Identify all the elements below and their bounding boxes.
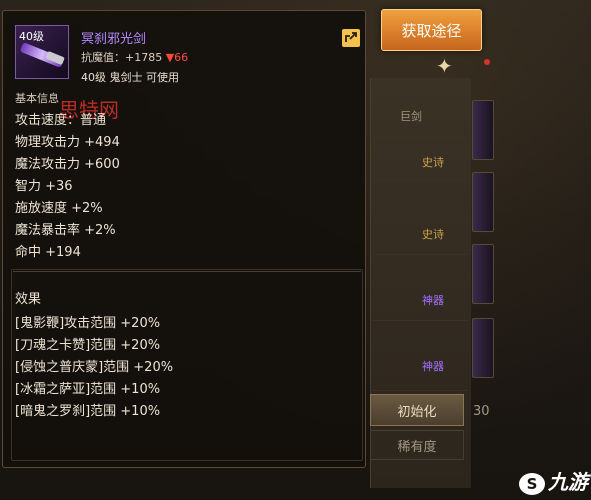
item-icon: 40级 <box>15 25 69 79</box>
stat-cast-speed: 施放速度 +2% <box>15 201 103 216</box>
rarity-tag-epic: 史诗 <box>422 228 444 241</box>
notification-dot <box>484 59 490 65</box>
equipment-thumbnail[interactable] <box>472 244 494 304</box>
stat-magic-crit: 魔法暴击率 +2% <box>15 223 116 238</box>
effects-title: 效果 <box>15 292 42 307</box>
stat-intelligence: 智力 +36 <box>15 179 73 194</box>
rarity-tag-artifact: 神器 <box>422 360 444 373</box>
equipment-type-tag: 巨剑 <box>400 110 422 123</box>
equipment-thumbnail[interactable] <box>472 100 494 160</box>
resist-value: 抗魔值：+1785 ▼66 <box>81 49 188 65</box>
stat-attack-speed: 攻击速度：普通 <box>15 113 107 128</box>
item-name: 冥刹邪光剑 <box>81 32 147 47</box>
equipment-row[interactable]: 神器 <box>372 350 468 391</box>
page-number: 30 <box>473 404 490 419</box>
equipment-thumbnail[interactable] <box>472 172 494 232</box>
effect-line: [鬼影鞭]攻击范围 +20% <box>15 316 161 331</box>
stat-hit: 命中 +194 <box>15 245 81 260</box>
rarity-tag-epic: 史诗 <box>422 156 444 169</box>
item-tooltip: 40级 冥刹邪光剑 抗魔值：+1785 ▼66 40级 鬼剑士 可使用 基本信息… <box>2 10 366 468</box>
equipment-row[interactable]: 史诗 <box>372 214 468 255</box>
rarity-sort-button[interactable]: 稀有度 <box>370 430 464 460</box>
section-title-basic-info: 基本信息 <box>15 92 59 105</box>
stat-physical-attack: 物理攻击力 +494 <box>15 135 120 150</box>
stat-magic-attack: 魔法攻击力 +600 <box>15 157 120 172</box>
item-requirement: 40级 鬼剑士 可使用 <box>81 71 179 84</box>
equipment-row[interactable]: 巨剑 <box>372 96 468 137</box>
reset-button[interactable]: 初始化 <box>370 394 464 426</box>
item-level-badge: 40级 <box>19 30 44 43</box>
logo-text: 九游 <box>548 470 588 494</box>
equipment-row[interactable]: 史诗 <box>372 140 468 181</box>
equipment-row[interactable]: 神器 <box>372 280 468 321</box>
resist-label: 抗魔值：+1785 <box>81 51 163 64</box>
resist-change: ▼66 <box>165 51 189 64</box>
effect-line: [冰霜之萨亚]范围 +10% <box>15 382 161 397</box>
effect-line: [侵蚀之普庆蒙]范围 +20% <box>15 360 174 375</box>
divider <box>13 271 361 272</box>
site-logo: S 九游 <box>519 466 588 495</box>
effect-line: [暗鬼之罗刹]范围 +10% <box>15 404 161 419</box>
effect-line: [刀魂之卡赞]范围 +20% <box>15 338 161 353</box>
obtain-method-button[interactable]: 获取途径 <box>381 9 482 51</box>
equipment-thumbnail[interactable] <box>472 318 494 378</box>
star-icon[interactable]: ✦ <box>436 54 453 78</box>
share-icon[interactable] <box>342 29 360 47</box>
logo-mark: S <box>519 473 545 495</box>
rarity-tag-artifact: 神器 <box>422 294 444 307</box>
